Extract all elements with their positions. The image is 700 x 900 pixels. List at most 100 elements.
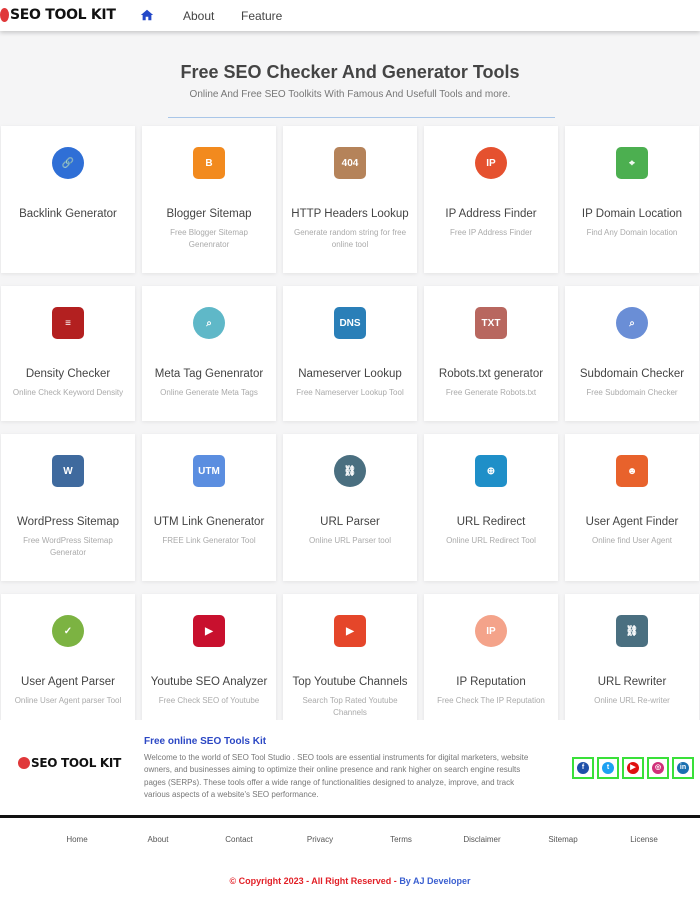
youtube-button[interactable]: ▶ bbox=[622, 757, 644, 779]
tool-title: URL Parser bbox=[320, 516, 380, 528]
tool-card[interactable]: ☻ User Agent Finder Online find User Agent bbox=[565, 434, 699, 581]
tool-title: Backlink Generator bbox=[19, 208, 117, 220]
footer-bottom: Home About Contact Privacy Terms Disclaimer Si… bbox=[0, 818, 700, 900]
tool-title: User Agent Finder bbox=[585, 516, 679, 528]
linkedin-icon: in bbox=[677, 762, 689, 774]
tool-card[interactable]: ▶ Youtube SEO Analyzer Free Check SEO of Y… bbox=[142, 594, 276, 741]
ip-icon: IP bbox=[475, 147, 507, 179]
tool-title: Subdomain Checker bbox=[579, 368, 685, 380]
tool-card[interactable]: ⌖ IP Domain Location Find Any Domain locat… bbox=[565, 126, 699, 273]
tool-card[interactable]: ⛓ URL Parser Online URL Parser tool bbox=[283, 434, 417, 581]
page-subtitle: Online And Free SEO Toolkits With Famous… bbox=[189, 89, 511, 100]
tool-title: UTM Link Gnenerator bbox=[153, 516, 265, 528]
tool-title: Density Checker bbox=[25, 368, 111, 380]
tool-description: Free Check SEO of Youtube bbox=[158, 696, 260, 705]
tool-card[interactable]: B Blogger Sitemap Free Blogger Sitemap Gen… bbox=[142, 126, 276, 273]
link-icon: 🔗 bbox=[52, 147, 84, 179]
footer-link-sitemap[interactable]: Sitemap bbox=[548, 835, 577, 844]
footer-link-about[interactable]: About bbox=[148, 835, 169, 844]
browser-link-icon: UTM bbox=[193, 455, 225, 487]
tool-title: IP Address Finder bbox=[445, 208, 537, 220]
instagram-icon: ◎ bbox=[652, 762, 664, 774]
tool-description: Online URL Parser tool bbox=[309, 536, 391, 545]
tool-card[interactable]: ⊕ URL Redirect Online URL Redirect Tool bbox=[424, 434, 558, 581]
search-icon: ⌕ bbox=[616, 307, 648, 339]
tool-description: Generate random string for free online t… bbox=[293, 228, 407, 249]
txt-file-icon: TXT bbox=[475, 307, 507, 339]
tool-card[interactable]: TXT Robots.txt generator Free Generate Rob… bbox=[424, 286, 558, 421]
copyright: © Copyright 2023 - All Right Reserved - … bbox=[0, 876, 700, 886]
tool-description: Online URL Redirect Tool bbox=[446, 536, 536, 545]
tool-card[interactable]: IP IP Reputation Free Check The IP Reputat… bbox=[424, 594, 558, 741]
blogger-icon: B bbox=[193, 147, 225, 179]
tool-card[interactable]: UTM UTM Link Gnenerator FREE Link Generato… bbox=[142, 434, 276, 581]
nav-feature[interactable]: Feature bbox=[241, 9, 282, 23]
tool-title: URL Rewriter bbox=[597, 676, 667, 688]
tool-card[interactable]: 🔗 Backlink Generator bbox=[1, 126, 135, 273]
tool-card[interactable]: IP IP Address Finder Free IP Address Finde… bbox=[424, 126, 558, 273]
facebook-icon: f bbox=[577, 762, 589, 774]
footer-link-contact[interactable]: Contact bbox=[225, 835, 253, 844]
instagram-button[interactable]: ◎ bbox=[647, 757, 669, 779]
twitter-button[interactable]: t bbox=[597, 757, 619, 779]
copyright-text: © Copyright 2023 - All Right Reserved - bbox=[229, 876, 400, 886]
tool-card[interactable]: ✓ User Agent Parser Online User Agent pars… bbox=[1, 594, 135, 741]
tool-card[interactable]: DNS Nameserver Lookup Free Nameserver Look… bbox=[283, 286, 417, 421]
logo-text: SEO TOOL KIT bbox=[31, 756, 121, 770]
facebook-button[interactable]: f bbox=[572, 757, 594, 779]
tool-description: Online Check Keyword Density bbox=[12, 388, 124, 397]
tool-description: Online User Agent parser Tool bbox=[14, 696, 122, 705]
footer-link-privacy[interactable]: Privacy bbox=[307, 835, 333, 844]
twitter-icon: t bbox=[602, 762, 614, 774]
magnifier-tag-icon: ⌕ bbox=[193, 307, 225, 339]
tool-title: Nameserver Lookup bbox=[298, 368, 402, 380]
tool-card[interactable]: ▶ Top Youtube Channels Search Top Rated Yo… bbox=[283, 594, 417, 741]
tool-card[interactable]: 404 HTTP Headers Lookup Generate random st… bbox=[283, 126, 417, 273]
tool-description: Free Blogger Sitemap Genenrator bbox=[170, 228, 248, 249]
tool-description: FREE Link Generator Tool bbox=[162, 536, 256, 545]
tool-description: Online find User Agent bbox=[591, 536, 673, 545]
tool-title: IP Reputation bbox=[456, 676, 526, 688]
tool-card[interactable]: ⌕ Meta Tag Genenrator Online Generate Meta… bbox=[142, 286, 276, 421]
tool-card[interactable]: ⛓ URL Rewriter Online URL Re-writer bbox=[565, 594, 699, 741]
user-shield-icon: ✓ bbox=[52, 615, 84, 647]
tool-description: Free Generate Robots.txt bbox=[445, 388, 537, 397]
tool-description: Free IP Address Finder bbox=[449, 228, 533, 237]
tool-card[interactable]: ≡ Density Checker Online Check Keyword Den… bbox=[1, 286, 135, 421]
tool-title: Youtube SEO Analyzer bbox=[150, 676, 268, 688]
logo-mark-icon bbox=[18, 757, 30, 769]
tools-grid: 🔗 Backlink Generator B Blogger Sitemap Free … bbox=[1, 126, 699, 741]
tool-card[interactable]: W WordPress Sitemap Free WordPress Sitemap… bbox=[1, 434, 135, 581]
youtube-box-icon: ▶ bbox=[193, 615, 225, 647]
footer-link-disclaimer[interactable]: Disclaimer bbox=[463, 835, 500, 844]
footer-title: Free online SEO Tools Kit bbox=[144, 736, 267, 747]
page-title: Free SEO Checker And Generator Tools bbox=[180, 62, 520, 82]
wordpress-icon: W bbox=[52, 455, 84, 487]
spy-user-icon: ☻ bbox=[616, 455, 648, 487]
tool-description: Free Check The IP Reputation bbox=[437, 696, 545, 705]
footer-link-terms[interactable]: Terms bbox=[390, 835, 412, 844]
tool-description: Free Nameserver Lookup Tool bbox=[296, 388, 404, 397]
tool-card[interactable]: ⌕ Subdomain Checker Free Subdomain Checker bbox=[565, 286, 699, 421]
ip-pin-icon: IP bbox=[475, 615, 507, 647]
tool-title: Blogger Sitemap bbox=[166, 208, 252, 220]
site-logo[interactable]: SEO TOOL KIT bbox=[0, 7, 116, 23]
nav-about[interactable]: About bbox=[183, 9, 214, 23]
tool-title: Meta Tag Genenrator bbox=[154, 368, 264, 380]
logo-mark-icon bbox=[0, 8, 9, 22]
tool-description: Free WordPress Sitemap Generator bbox=[23, 536, 113, 557]
footer-logo[interactable]: SEO TOOL KIT bbox=[18, 756, 121, 770]
document-link-icon: ⛓ bbox=[616, 615, 648, 647]
footer-link-license[interactable]: License bbox=[630, 835, 658, 844]
404-page-icon: 404 bbox=[334, 147, 366, 179]
footer-link-home[interactable]: Home bbox=[66, 835, 87, 844]
tool-description: Free Subdomain Checker bbox=[586, 388, 678, 397]
tool-description: Online Generate Meta Tags bbox=[160, 388, 258, 397]
document-link-icon: ⛓ bbox=[334, 455, 366, 487]
linkedin-button[interactable]: in bbox=[672, 757, 694, 779]
map-pin-icon: ⌖ bbox=[616, 147, 648, 179]
tool-title: Robots.txt generator bbox=[438, 368, 544, 380]
author-link[interactable]: By AJ Developer bbox=[399, 876, 470, 886]
home-icon[interactable] bbox=[140, 8, 154, 22]
footer-description: Welcome to the world of SEO Tool Studio … bbox=[144, 753, 529, 800]
